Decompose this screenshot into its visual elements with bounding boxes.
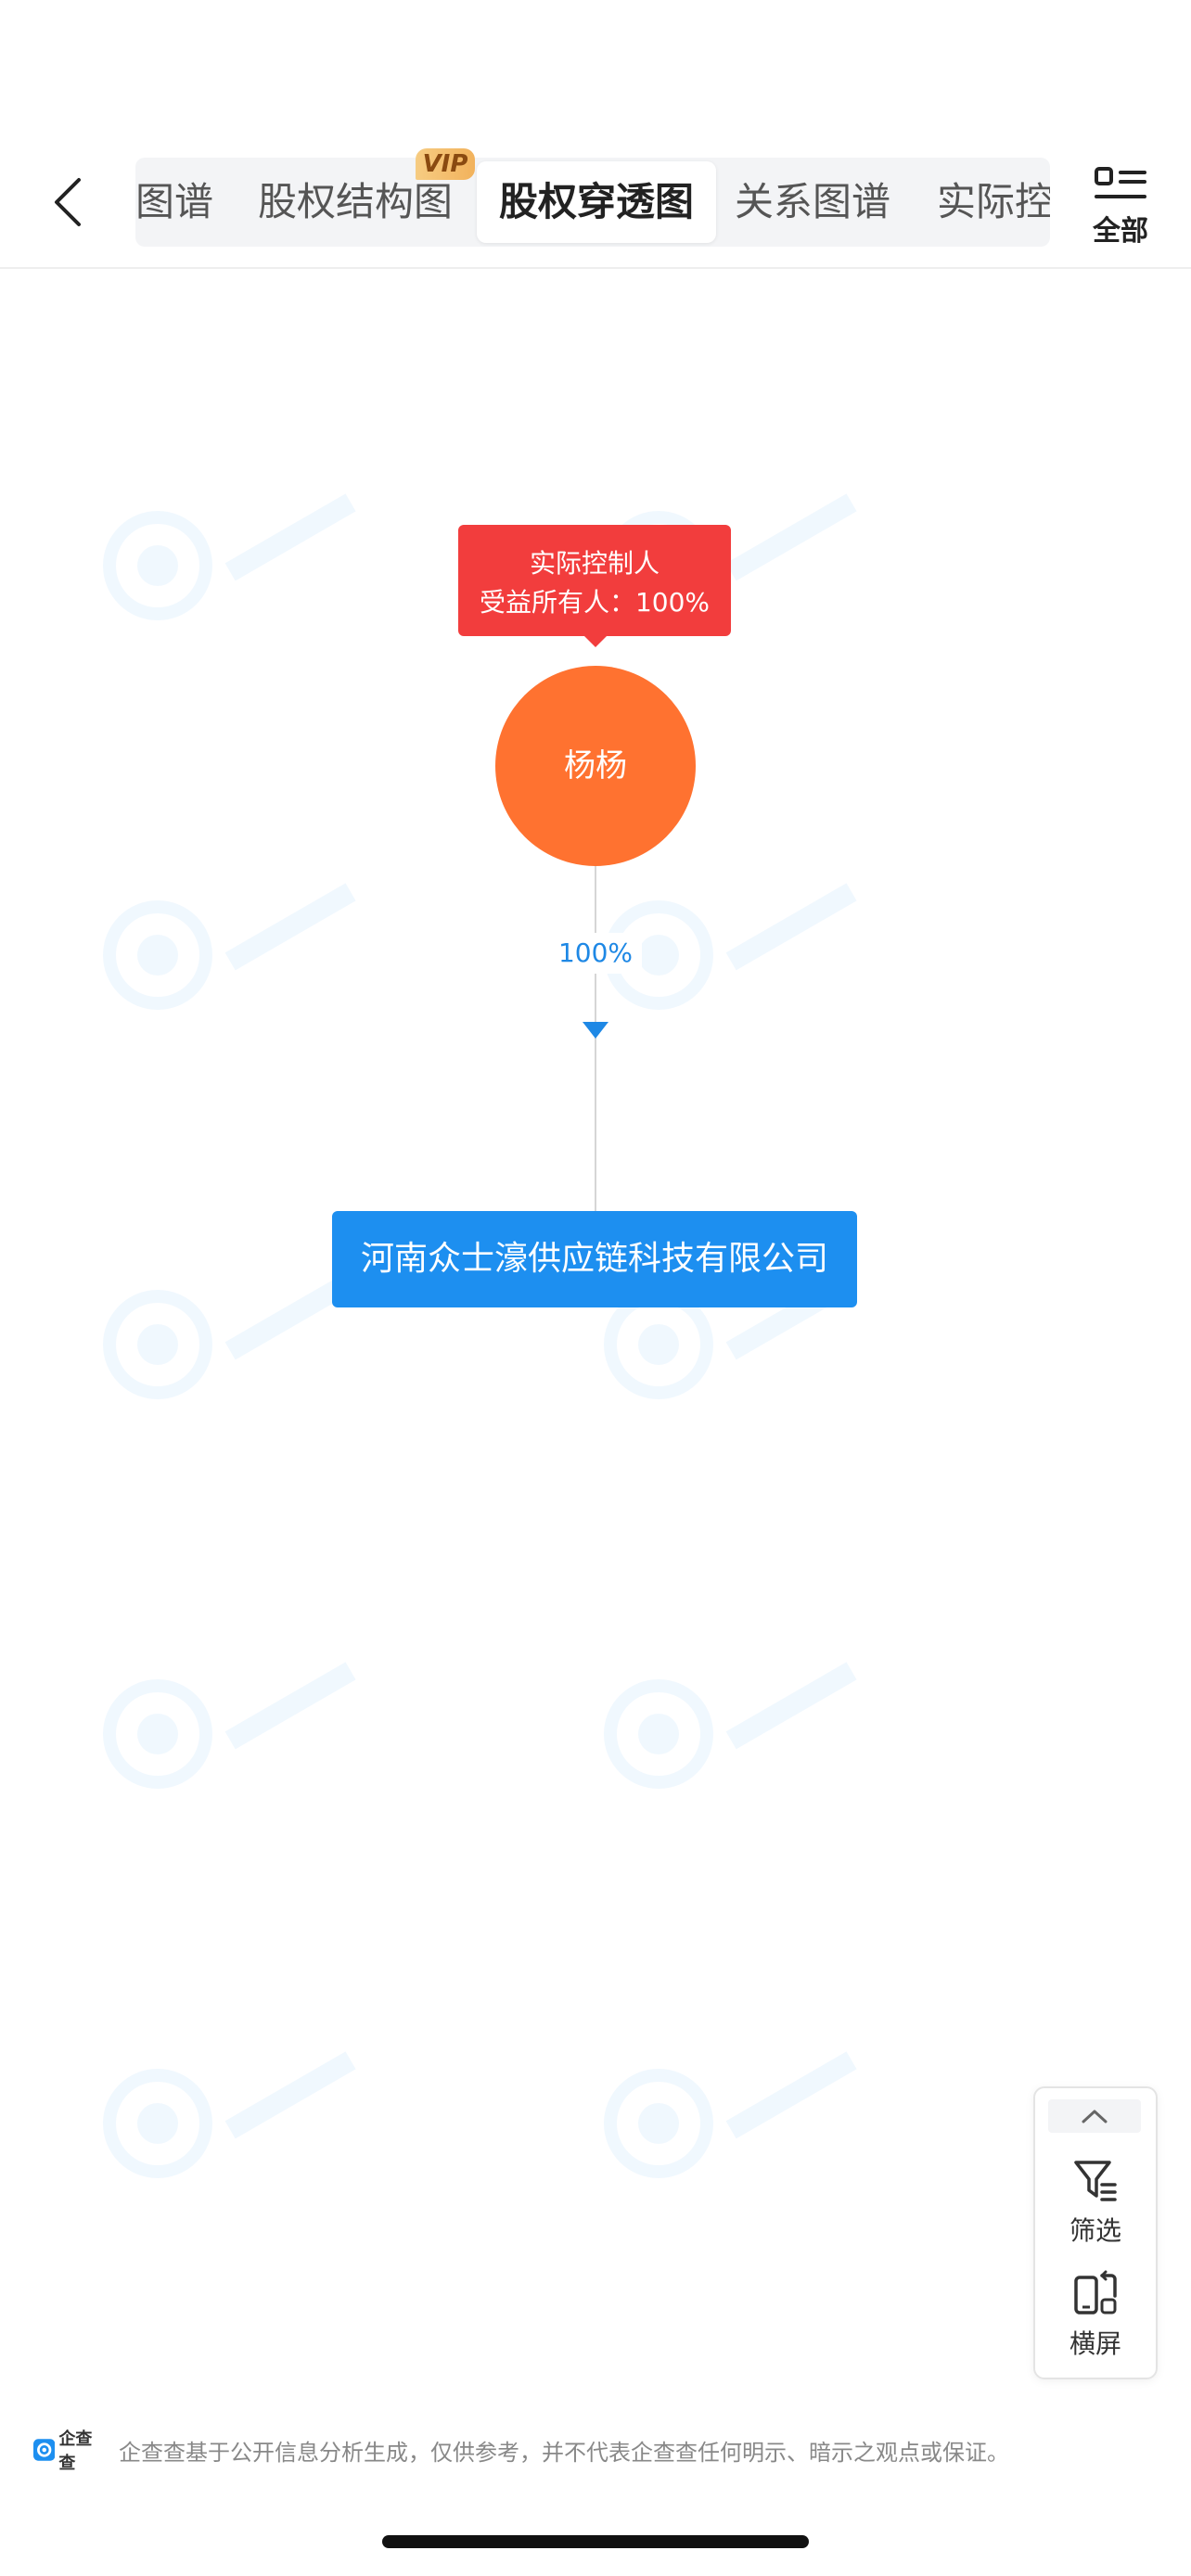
person-node[interactable]: 杨杨 [495,666,696,866]
all-menu-button[interactable]: 全部 [1083,165,1158,248]
filter-label: 筛选 [1069,2215,1121,2246]
vip-badge: VIP [416,148,475,180]
tab-equity-penetration[interactable]: 股权穿透图 [477,161,717,243]
controller-tag-title: 实际控制人 [529,548,660,579]
side-tool-panel: 筛选 横屏 [1033,2086,1158,2379]
watermark-logo [103,493,356,620]
ownership-percent-label: 100% [557,937,634,968]
chevron-left-icon [55,178,81,226]
beneficial-owner-text: 受益所有人：100% [479,587,711,618]
brand-name: 企查查 [58,2429,93,2473]
watermark-logo [103,2051,356,2178]
footer-disclaimer: 企查查 企查查基于公开信息分析生成，仅供参考，并不代表企查查任何明示、暗示之观点… [33,2429,1146,2473]
watermark-logo [604,883,857,1010]
back-button[interactable] [37,165,96,239]
ownership-edge [595,866,596,1211]
controller-tag: 实际控制人 受益所有人：100% [458,525,731,636]
arrow-down-icon [583,1022,608,1039]
tab-relationship-graph[interactable]: 关系图谱 [735,158,890,247]
home-indicator[interactable] [382,2535,809,2548]
tab-graph[interactable]: 图谱 [135,158,213,247]
landscape-button[interactable]: 横屏 [1035,2270,1156,2363]
tab-actual-controller[interactable]: 实际控 [937,158,1050,247]
controller-tag-pointer [584,636,607,647]
disclaimer-text: 企查查基于公开信息分析生成，仅供参考，并不代表企查查任何明示、暗示之观点或保证。 [119,2439,1009,2466]
all-menu-label: 全部 [1093,215,1148,248]
watermark-logo [604,2051,857,2178]
grid-menu-icon [1095,167,1146,198]
watermark-logo [103,1662,356,1789]
company-node[interactable]: 河南众士濠供应链科技有限公司 [332,1211,857,1307]
brand-logo: 企查查 [33,2429,104,2473]
filter-icon [1074,2161,1117,2201]
qcc-logo-icon [33,2439,56,2461]
top-nav-bar: 图谱 股权结构图 股权穿透图 关系图谱 实际控 VIP 全部 [0,0,1191,269]
collapse-panel-button[interactable] [1048,2099,1141,2133]
tab-bar: 图谱 股权结构图 股权穿透图 关系图谱 实际控 [135,158,1050,247]
chevron-up-icon [1082,2110,1108,2123]
filter-button[interactable]: 筛选 [1035,2157,1156,2250]
watermark-logo [604,1662,857,1789]
landscape-label: 横屏 [1069,2328,1121,2359]
watermark-logo [103,883,356,1010]
rotate-screen-icon [1074,2270,1117,2315]
